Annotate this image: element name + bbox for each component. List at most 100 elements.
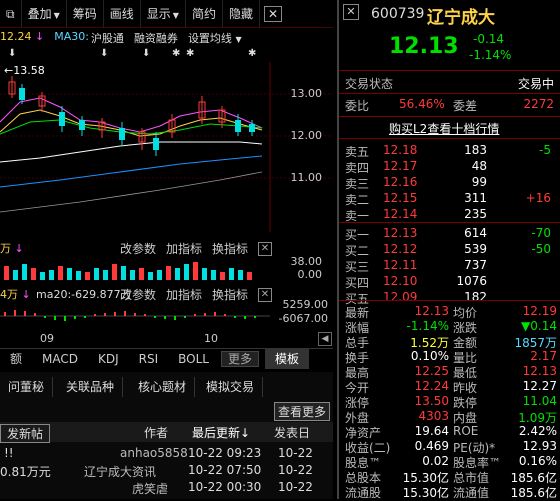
bid-row[interactable]: 买三 12.11 737 <box>339 258 560 275</box>
tab-sim-trade[interactable]: 模拟交易 <box>198 377 264 397</box>
vol-add-indicator-button[interactable]: 加指标 <box>166 240 202 257</box>
bid-row[interactable]: 买四 12.10 1076 <box>339 274 560 291</box>
event-marker[interactable]: ✱ <box>172 48 180 59</box>
volume-bar <box>76 271 81 280</box>
toolbar-simple-button[interactable]: 简约 <box>186 0 223 28</box>
scroll-left-icon[interactable]: ◀ <box>318 332 332 346</box>
event-marker[interactable]: ⬇ <box>100 48 108 59</box>
new-post-button[interactable]: 发新帖 <box>0 424 51 443</box>
tab-kdj[interactable]: KDJ <box>88 349 129 369</box>
macd-add-indicator-button[interactable]: 加指标 <box>166 286 202 303</box>
ma20-label: ma20:-629.877万 <box>36 288 132 301</box>
bid-row[interactable]: 买二 12.12 539 -50 <box>339 242 560 259</box>
post-list-header: 发新帖 作者 最后更新↓ 发表日 <box>0 422 333 443</box>
bottom-panel: 问董秘 关联品种 核心题材 模拟交易 查看更多 发新帖 作者 最后更新↓ 发表日… <box>0 372 333 499</box>
volume-bars <box>4 262 252 280</box>
tag-set-ma[interactable]: 设置均线 ▼ <box>188 30 242 46</box>
volume-bar <box>112 264 117 280</box>
indicator-tabs: 额 MACD KDJ RSI BOLL 更多 模板 <box>0 348 333 369</box>
toolbar-chips-label: 筹码 <box>72 6 97 21</box>
ask-row[interactable]: 卖四 12.17 48 <box>339 159 560 176</box>
bid-label: 买一 <box>345 228 370 242</box>
date-label: 09 <box>40 332 54 345</box>
copy-icon[interactable]: ⧉ <box>0 0 22 28</box>
stat-value: 12.27 <box>522 379 557 393</box>
volume-bar <box>31 268 36 280</box>
volume-bar <box>4 266 9 280</box>
volume-bar <box>139 268 144 280</box>
tab-ask-secretary[interactable]: 问董秘 <box>0 377 54 397</box>
col-updated[interactable]: 最后更新↓ <box>192 424 250 441</box>
stat-value: 2.17 <box>530 349 557 363</box>
stat-value: 12.25 <box>414 364 449 378</box>
event-marker[interactable]: ✱ <box>248 48 256 59</box>
event-marker[interactable]: ⬇ <box>142 48 150 59</box>
tab-boll[interactable]: BOLL <box>168 349 219 369</box>
macd-bar <box>124 311 126 316</box>
vol-change-params-button[interactable]: 改参数 <box>120 240 156 257</box>
macd-bar <box>134 313 136 316</box>
tag-margin[interactable]: 融资融券 <box>134 30 178 46</box>
volume-bar <box>130 270 135 280</box>
macd-switch-indicator-button[interactable]: 换指标 <box>212 286 248 303</box>
volume-bar <box>238 270 243 280</box>
ask-volume: 48 <box>471 159 487 173</box>
volume-bar <box>166 266 171 280</box>
ask-volume: 99 <box>471 175 487 189</box>
event-marker[interactable]: ✱ <box>186 48 194 59</box>
bid-volume: 1076 <box>456 274 487 288</box>
volume-bar <box>202 268 207 280</box>
stat-value: 0.469 <box>414 439 449 453</box>
macd-bar <box>164 316 166 319</box>
ask-delta: +16 <box>525 191 551 205</box>
toolbar-overlay-button[interactable]: 叠加 ▼ <box>22 0 67 28</box>
tab-rsi[interactable]: RSI <box>129 349 169 369</box>
price-tick: 13.00 <box>290 87 323 100</box>
macd-bar <box>204 313 206 316</box>
see-more-button[interactable]: 查看更多 <box>274 402 331 421</box>
ask-row[interactable]: 卖二 12.15 311 +16 <box>339 191 560 208</box>
ask-delta: -5 <box>539 143 551 157</box>
date-label: 10 <box>204 332 218 345</box>
volume-bar <box>22 264 27 280</box>
tab-related[interactable]: 关联品种 <box>58 377 124 397</box>
macd-bar <box>34 313 36 316</box>
table-row[interactable]: !! anhao5858 10-22 09:23 10-22 <box>0 446 333 463</box>
stat-value: 185.6亿 <box>510 486 557 500</box>
table-row[interactable]: 虎笑虐 10-22 00:30 10-22 <box>0 480 333 497</box>
col-author[interactable]: 作者 <box>144 424 168 441</box>
toolbar-chips-button[interactable]: 筹码 <box>67 0 104 28</box>
tab-amount[interactable]: 额 <box>0 349 32 369</box>
vol-close-icon[interactable]: ✕ <box>258 242 272 256</box>
close-icon[interactable]: ✕ <box>343 4 359 20</box>
macd-bar <box>84 316 86 318</box>
toolbar-hide-button[interactable]: 隐藏 <box>223 0 260 28</box>
table-row[interactable]: 0.81万元 辽宁成大资讯 10-22 07:50 10-22 <box>0 463 333 480</box>
macd-close-icon[interactable]: ✕ <box>258 288 272 302</box>
col-posted[interactable]: 发表日 <box>274 424 310 441</box>
tab-template[interactable]: 模板 <box>265 348 310 369</box>
stat-value: ▼0.14 <box>521 319 557 333</box>
bid-row[interactable]: 买一 12.13 614 -70 <box>339 226 560 243</box>
toolbar-display-button[interactable]: 显示 ▼ <box>141 0 186 28</box>
kline-chart[interactable]: ←13.58 13.00 12.00 11.00 <box>0 62 333 232</box>
tab-macd[interactable]: MACD <box>32 349 88 369</box>
vol-switch-indicator-button[interactable]: 换指标 <box>212 240 248 257</box>
bid-delta: -70 <box>531 226 551 240</box>
close-icon[interactable]: ✕ <box>263 5 283 22</box>
ask-price: 12.18 <box>383 143 418 157</box>
volume-bar <box>247 272 252 280</box>
ask-row[interactable]: 卖五 12.18 183 -5 <box>339 143 560 160</box>
macd-bar <box>154 316 156 318</box>
macd-change-params-button[interactable]: 改参数 <box>120 286 156 303</box>
event-marker[interactable]: ⬇ <box>8 48 16 59</box>
volume-bar <box>175 268 180 280</box>
l2-link[interactable]: 购买L2查看十档行情 <box>389 120 499 137</box>
tab-core-topics[interactable]: 核心题材 <box>130 377 196 397</box>
tag-hk-connect[interactable]: 沪股通 <box>91 30 124 46</box>
ask-row[interactable]: 卖三 12.16 99 <box>339 175 560 192</box>
toolbar-draw-button[interactable]: 画线 <box>104 0 141 28</box>
ask-label: 卖五 <box>345 145 370 159</box>
stat-value: 2.42% <box>518 424 557 438</box>
tab-more[interactable]: 更多 <box>221 350 260 367</box>
